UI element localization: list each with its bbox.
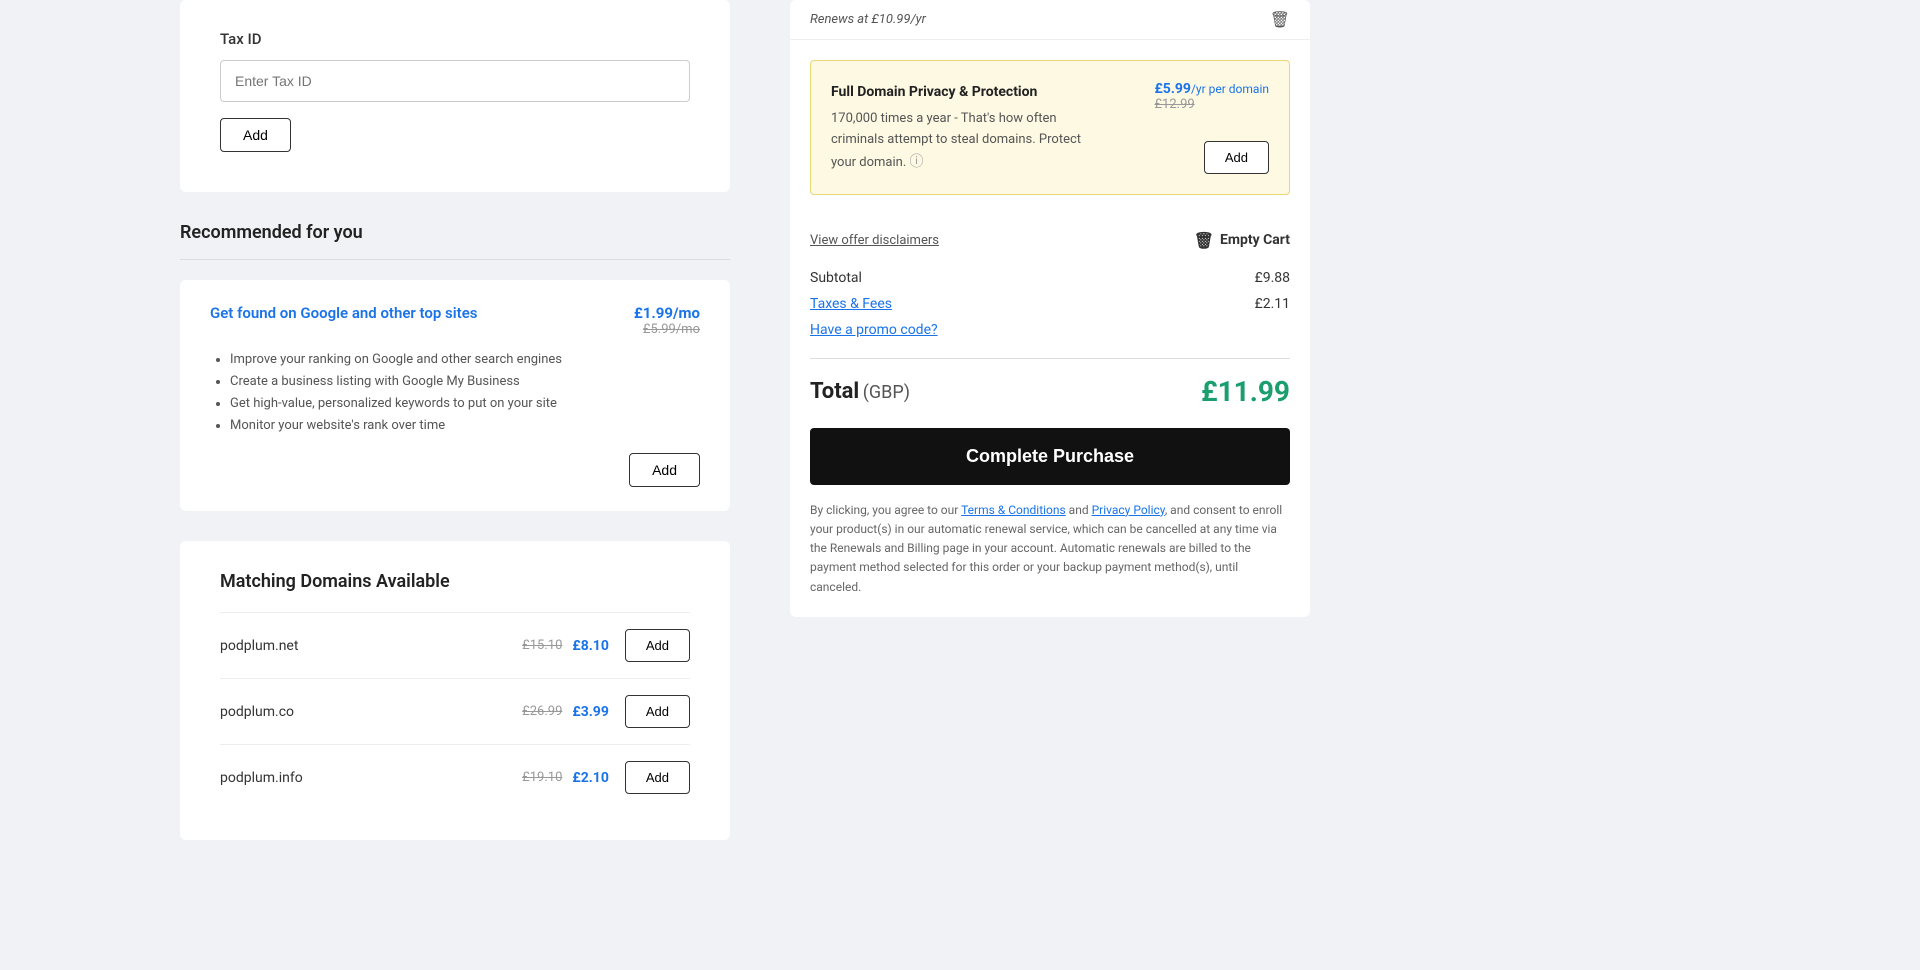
tax-id-add-button[interactable]: Add	[220, 118, 291, 152]
domain-price-new-1: £3.99	[572, 704, 608, 720]
recommend-price-old: £5.99/mo	[634, 322, 700, 337]
taxes-value: £2.11	[1255, 296, 1290, 312]
domain-add-button-0[interactable]: Add	[625, 629, 690, 662]
upsell-body-text: 170,000 times a year - That's how often …	[831, 111, 1081, 170]
tax-id-section: Tax ID Add	[180, 0, 730, 192]
recommend-price-main: £1.99/mo	[634, 304, 700, 322]
view-disclaimers-link[interactable]: View offer disclaimers	[810, 233, 939, 248]
taxes-fees-link[interactable]: Taxes & Fees	[810, 296, 892, 312]
tax-id-label: Tax ID	[220, 30, 690, 48]
domain-price-new-0: £8.10	[572, 638, 608, 654]
recommend-card-google: Get found on Google and other top sites …	[180, 280, 730, 511]
recommend-card-header: Get found on Google and other top sites …	[210, 304, 700, 337]
feature-item: Monitor your website's rank over time	[230, 415, 700, 437]
total-label: Total	[810, 379, 859, 404]
subtotal-label: Subtotal	[810, 270, 862, 286]
recommend-card-footer: Add	[210, 453, 700, 487]
domain-prices-0: £15.10 £8.10	[522, 638, 609, 654]
total-amount: £11.99	[1201, 375, 1290, 408]
recommend-price-block: £1.99/mo £5.99/mo	[634, 304, 700, 337]
domain-prices-1: £26.99 £3.99	[522, 704, 609, 720]
cart-footer: View offer disclaimers 🗑 Empty Cart Subt…	[790, 215, 1310, 617]
upsell-card-left: Full Domain Privacy & Protection 170,000…	[831, 81, 1109, 174]
domain-row-right-1: £26.99 £3.99 Add	[522, 695, 690, 728]
upsell-card-right: £5.99/yr per domain £12.99 Add	[1129, 81, 1269, 174]
taxes-row: Taxes & Fees £2.11	[810, 296, 1290, 312]
upsell-card: Full Domain Privacy & Protection 170,000…	[810, 60, 1290, 195]
matching-domains-section: Matching Domains Available podplum.net £…	[180, 541, 730, 840]
total-row: Total (GBP) £11.99	[810, 375, 1290, 408]
legal-text-1: By clicking, you agree to our	[810, 503, 961, 517]
upsell-price-old: £12.99	[1154, 97, 1269, 112]
domain-price-old-2: £19.10	[522, 770, 562, 785]
upsell-price-block: £5.99/yr per domain £12.99	[1154, 81, 1269, 112]
complete-purchase-button[interactable]: Complete Purchase	[810, 428, 1290, 485]
domain-prices-2: £19.10 £2.10	[522, 770, 609, 786]
domain-row-right-2: £19.10 £2.10 Add	[522, 761, 690, 794]
domain-price-old-0: £15.10	[522, 638, 562, 653]
info-icon[interactable]: ⓘ	[910, 154, 924, 170]
cart-container: Renews at £10.99/yr 🗑 Full Domain Privac…	[790, 0, 1310, 617]
tax-id-input[interactable]	[220, 60, 690, 102]
domain-price-new-2: £2.10	[572, 770, 608, 786]
domain-name-2: podplum.info	[220, 770, 303, 786]
recommend-card-title: Get found on Google and other top sites	[210, 304, 477, 322]
matching-title: Matching Domains Available	[220, 571, 690, 592]
domain-name-0: podplum.net	[220, 638, 298, 654]
upsell-add-button[interactable]: Add	[1204, 141, 1269, 174]
subtotal-value: £9.88	[1255, 270, 1290, 286]
domain-row-0: podplum.net £15.10 £8.10 Add	[220, 612, 690, 678]
cart-item-delete-icon[interactable]: 🗑	[1270, 10, 1290, 29]
domain-add-button-1[interactable]: Add	[625, 695, 690, 728]
total-divider	[810, 358, 1290, 359]
empty-cart-button[interactable]: 🗑 Empty Cart	[1194, 231, 1290, 250]
total-label-block: Total (GBP)	[810, 379, 910, 404]
domain-name-1: podplum.co	[220, 704, 294, 720]
recommend-features: Improve your ranking on Google and other…	[210, 349, 700, 437]
domain-row-right-0: £15.10 £8.10 Add	[522, 629, 690, 662]
upsell-price-period: /yr per domain	[1191, 82, 1269, 96]
feature-item: Get high-value, personalized keywords to…	[230, 393, 700, 415]
feature-item: Improve your ranking on Google and other…	[230, 349, 700, 371]
upsell-price-main: £5.99	[1154, 81, 1190, 97]
empty-cart-label: Empty Cart	[1220, 232, 1290, 248]
privacy-policy-link[interactable]: Privacy Policy	[1092, 503, 1165, 517]
domain-price-old-1: £26.99	[522, 704, 562, 719]
cart-top-item: Renews at £10.99/yr 🗑	[790, 0, 1310, 40]
domain-add-button-2[interactable]: Add	[625, 761, 690, 794]
legal-text: By clicking, you agree to our Terms & Co…	[810, 501, 1290, 597]
recommended-section: Recommended for you Get found on Google …	[180, 222, 730, 511]
feature-item: Create a business listing with Google My…	[230, 371, 700, 393]
cart-footer-actions: View offer disclaimers 🗑 Empty Cart	[810, 231, 1290, 250]
subtotal-row: Subtotal £9.88	[810, 270, 1290, 286]
empty-cart-trash-icon: 🗑	[1194, 231, 1214, 250]
domain-row-1: podplum.co £26.99 £3.99 Add	[220, 678, 690, 744]
total-currency: (GBP)	[863, 382, 910, 403]
domain-row-2: podplum.info £19.10 £2.10 Add	[220, 744, 690, 810]
upsell-title: Full Domain Privacy & Protection	[831, 81, 1109, 103]
cart-top-item-text: Renews at £10.99/yr	[810, 12, 926, 27]
legal-text-2: and	[1066, 503, 1092, 517]
recommended-title: Recommended for you	[180, 222, 730, 243]
terms-conditions-link[interactable]: Terms & Conditions	[961, 503, 1066, 517]
promo-code-link[interactable]: Have a promo code?	[810, 322, 1290, 338]
recommend-add-button[interactable]: Add	[629, 453, 700, 487]
recommended-divider	[180, 259, 730, 260]
